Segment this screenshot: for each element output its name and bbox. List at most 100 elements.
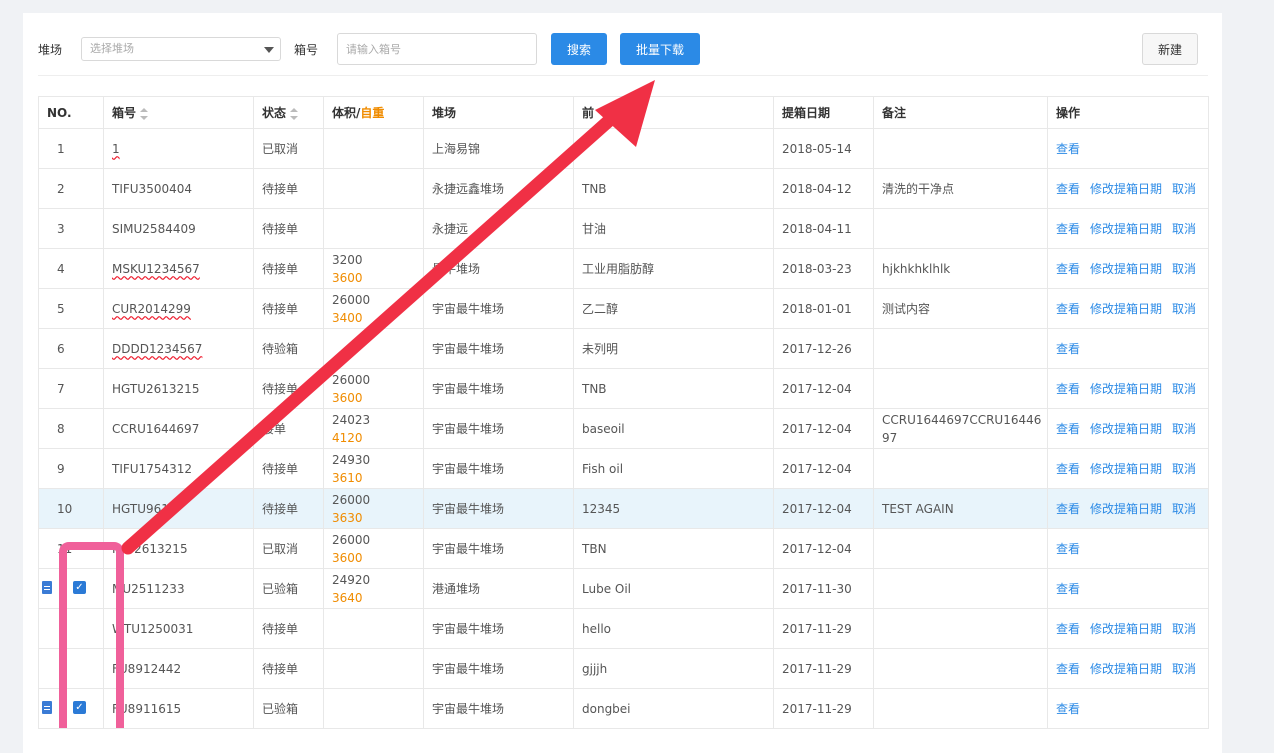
cell-note (873, 368, 1048, 409)
cell-cargo: dongbei (573, 688, 774, 729)
cancel-link[interactable]: 取消 (1172, 662, 1196, 676)
cell-status: 待接单 (253, 488, 324, 529)
cell-note (873, 608, 1048, 649)
row-checkbox[interactable]: ✓ (73, 701, 86, 714)
cancel-link[interactable]: 取消 (1172, 622, 1196, 636)
divider (38, 75, 1208, 76)
weight-value: 3600 (332, 550, 363, 565)
cell-no (38, 648, 104, 689)
cell-box: HG 2613215 (103, 528, 254, 569)
modify-date-link[interactable]: 修改提箱日期 (1090, 302, 1162, 316)
search-button[interactable]: 搜索 (551, 33, 607, 65)
cell-cargo: 工业用脂肪醇 (573, 248, 774, 289)
modify-date-link[interactable]: 修改提箱日期 (1090, 622, 1162, 636)
view-link[interactable]: 查看 (1056, 182, 1080, 196)
cell-yard: 宇宙最牛堆场 (423, 528, 574, 569)
view-link[interactable]: 查看 (1056, 702, 1080, 716)
modify-date-link[interactable]: 修改提箱日期 (1090, 422, 1162, 436)
cancel-link[interactable]: 取消 (1172, 462, 1196, 476)
modify-date-link[interactable]: 修改提箱日期 (1090, 462, 1162, 476)
cell-status: 待接单 (253, 648, 324, 689)
cancel-link[interactable]: 取消 (1172, 302, 1196, 316)
view-link[interactable]: 查看 (1056, 342, 1080, 356)
modify-date-link[interactable]: 修改提箱日期 (1090, 182, 1162, 196)
cell-status: 待接单 (253, 288, 324, 329)
volume-value: 3200 (332, 252, 363, 267)
cancel-link[interactable]: 取消 (1172, 262, 1196, 276)
cell-ops: 查看 修改提箱日期 取消 (1047, 608, 1209, 649)
view-link[interactable]: 查看 (1056, 302, 1080, 316)
cancel-link[interactable]: 取消 (1172, 222, 1196, 236)
cell-cargo (573, 128, 774, 169)
view-link[interactable]: 查看 (1056, 222, 1080, 236)
cell-cargo: 甘油 (573, 208, 774, 249)
cell-note (873, 528, 1048, 569)
batch-download-button[interactable]: 批量下载 (620, 33, 700, 65)
cell-volume-weight: 3200 3600 (323, 248, 424, 289)
cell-no: 2 (38, 168, 104, 209)
cell-yard: 宇宙最牛堆场 (423, 328, 574, 369)
cell-cargo: 12345 (573, 488, 774, 529)
yard-select[interactable]: 选择堆场 (81, 37, 281, 61)
col-box[interactable]: 箱号 (103, 96, 254, 129)
view-link[interactable]: 查看 (1056, 382, 1080, 396)
new-button[interactable]: 新建 (1142, 33, 1198, 65)
cell-cargo: baseoil (573, 408, 774, 449)
sort-icon[interactable] (140, 107, 149, 120)
modify-date-link[interactable]: 修改提箱日期 (1090, 222, 1162, 236)
cell-cargo: TNB (573, 168, 774, 209)
modify-date-link[interactable]: 修改提箱日期 (1090, 382, 1162, 396)
cell-cargo: TBN (573, 528, 774, 569)
view-link[interactable]: 查看 (1056, 502, 1080, 516)
cell-yard: 宇宙最牛堆场 (423, 608, 574, 649)
cancel-link[interactable]: 取消 (1172, 502, 1196, 516)
cell-note (873, 208, 1048, 249)
cell-volume-weight: 24023 4120 (323, 408, 424, 449)
cell-volume-weight (323, 688, 424, 729)
table-row: 11 HG 2613215 已取消 26000 3600 宇宙最牛堆场 TBN 2017-12… (38, 528, 1209, 569)
cell-yard: 宇宙最牛堆场 (423, 648, 574, 689)
table-row: MU2511233 已验箱 24920 3640 港通堆场 Lube Oil 2017-11… (38, 568, 1209, 609)
cell-date: 2017-12-04 (773, 408, 874, 449)
col-status[interactable]: 状态 (253, 96, 324, 129)
weight-value: 3600 (332, 270, 363, 285)
cancel-link[interactable]: 取消 (1172, 382, 1196, 396)
cell-date: 2017-11-29 (773, 688, 874, 729)
cell-note (873, 648, 1048, 689)
volume-value: 26000 (332, 532, 371, 547)
cell-volume-weight: 24930 3610 (323, 448, 424, 489)
cell-volume-weight (323, 168, 424, 209)
volume-value: 24930 (332, 452, 371, 467)
sort-icon[interactable] (290, 107, 299, 120)
cell-status: 待接单 (253, 448, 324, 489)
view-link[interactable]: 查看 (1056, 542, 1080, 556)
document-icon[interactable] (42, 701, 52, 714)
box-number-input[interactable] (337, 33, 537, 65)
cell-cargo: 未列明 (573, 328, 774, 369)
row-checkbox[interactable]: ✓ (73, 581, 86, 594)
cell-ops: 查看 修改提箱日期 取消 (1047, 448, 1209, 489)
cell-no: 5 (38, 288, 104, 329)
modify-date-link[interactable]: 修改提箱日期 (1090, 262, 1162, 276)
cancel-link[interactable]: 取消 (1172, 182, 1196, 196)
modify-date-link[interactable]: 修改提箱日期 (1090, 502, 1162, 516)
cancel-link[interactable]: 取消 (1172, 422, 1196, 436)
cell-yard: 永捷远 (423, 208, 574, 249)
view-link[interactable]: 查看 (1056, 662, 1080, 676)
cell-note: hjkhkhklhlk (873, 248, 1048, 289)
cell-date: 2018-04-12 (773, 168, 874, 209)
cell-box: TIFU3500404 (103, 168, 254, 209)
modify-date-link[interactable]: 修改提箱日期 (1090, 662, 1162, 676)
cell-cargo: gjjjh (573, 648, 774, 689)
cell-date: 2017-12-26 (773, 328, 874, 369)
view-link[interactable]: 查看 (1056, 622, 1080, 636)
view-link[interactable]: 查看 (1056, 142, 1080, 156)
cell-status: 待接单 (253, 608, 324, 649)
box-table: NO. 箱号 状态 体积/自重 堆场 前 提箱日期 备注 操作 1 1 已取消 上海易… (38, 96, 1209, 729)
view-link[interactable]: 查看 (1056, 262, 1080, 276)
cell-status: 待接单 (253, 248, 324, 289)
view-link[interactable]: 查看 (1056, 422, 1080, 436)
document-icon[interactable] (42, 581, 52, 594)
view-link[interactable]: 查看 (1056, 582, 1080, 596)
view-link[interactable]: 查看 (1056, 462, 1080, 476)
